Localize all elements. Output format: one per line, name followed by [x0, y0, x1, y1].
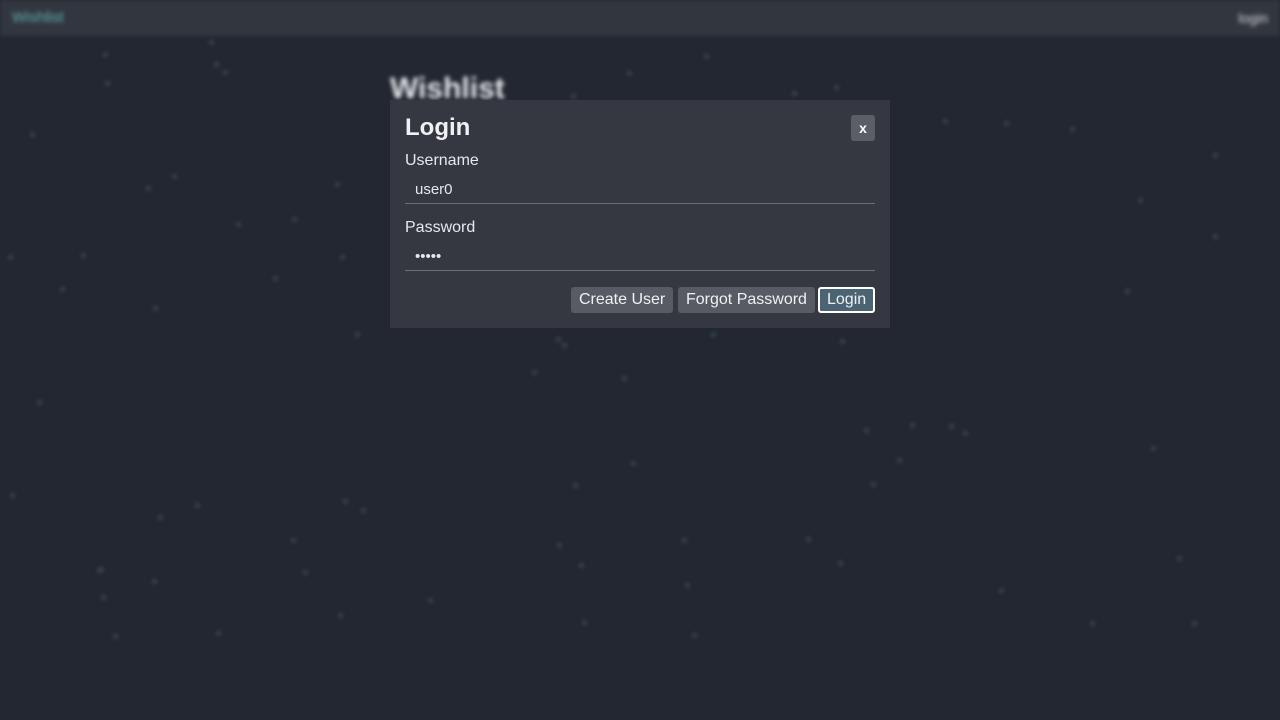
background-dot — [216, 631, 221, 636]
nav-login-link[interactable]: login — [1238, 10, 1268, 26]
background-dot — [897, 458, 902, 463]
navbar: Wishlist login — [0, 0, 1280, 36]
background-dot — [556, 337, 561, 342]
background-dot — [30, 132, 35, 137]
background-dot — [1177, 556, 1182, 561]
background-dot — [557, 543, 562, 548]
background-dot — [573, 483, 578, 488]
background-dot — [8, 255, 13, 260]
background-dot — [1004, 121, 1009, 126]
background-dot — [864, 428, 869, 433]
background-dot — [532, 370, 537, 375]
password-input[interactable] — [405, 243, 875, 271]
background-dot — [195, 503, 200, 508]
background-dot — [840, 339, 845, 344]
background-dot — [627, 71, 632, 76]
background-dot — [158, 515, 163, 520]
background-dot — [152, 579, 157, 584]
background-dot — [1138, 198, 1143, 203]
background-dot — [1125, 289, 1130, 294]
background-dot — [303, 570, 308, 575]
background-dot — [1151, 446, 1156, 451]
forgot-password-button[interactable]: Forgot Password — [678, 287, 815, 313]
background-dot — [340, 255, 345, 260]
background-dot — [335, 182, 340, 187]
create-user-button[interactable]: Create User — [571, 287, 674, 313]
background-dot — [571, 94, 576, 99]
password-label: Password — [405, 219, 476, 236]
background-dot — [963, 431, 968, 436]
background-dot — [214, 62, 219, 67]
background-dot — [153, 306, 158, 311]
background-dot — [562, 343, 567, 348]
background-dot — [37, 400, 42, 405]
modal-title: Login — [405, 114, 471, 141]
background-dot — [806, 537, 811, 542]
background-dot — [223, 70, 228, 75]
background-dot — [910, 423, 915, 428]
background-dot — [81, 253, 86, 258]
background-dot — [943, 119, 948, 124]
nav-home-link[interactable]: Wishlist — [12, 9, 64, 26]
login-button[interactable]: Login — [818, 287, 876, 313]
username-input[interactable] — [405, 176, 875, 204]
background-dot — [10, 493, 15, 498]
background-dot — [949, 424, 954, 429]
background-dot — [871, 482, 876, 487]
background-dot — [428, 598, 433, 603]
background-dot — [60, 287, 65, 292]
background-dot — [273, 276, 278, 281]
background-dot — [209, 40, 214, 45]
background-dot — [685, 583, 690, 588]
background-dot — [291, 538, 296, 543]
background-dot — [113, 634, 118, 639]
background-dot — [236, 222, 241, 227]
username-label: Username — [405, 152, 479, 169]
background-dot — [146, 186, 151, 191]
background-dot — [343, 499, 348, 504]
background-dot — [711, 332, 716, 337]
background-dot — [97, 568, 102, 573]
background-dot — [692, 633, 697, 638]
close-button[interactable]: x — [851, 115, 875, 141]
background-dot — [834, 85, 839, 90]
background-dot — [1192, 621, 1197, 626]
background-dot — [1213, 234, 1218, 239]
background-dot — [579, 563, 584, 568]
background-dot — [631, 461, 636, 466]
background-dot — [103, 52, 108, 57]
background-dot — [792, 91, 797, 96]
background-dot — [1090, 621, 1095, 626]
background-dot — [1070, 127, 1075, 132]
background-dot — [292, 217, 297, 222]
background-dot — [622, 376, 627, 381]
background-dot — [999, 588, 1004, 593]
background-dot — [355, 332, 360, 337]
background-dot — [105, 81, 110, 86]
background-dot — [682, 538, 687, 543]
background-dot — [361, 508, 366, 513]
background-dot — [838, 561, 843, 566]
background-dot — [582, 620, 587, 625]
background-dot — [101, 595, 106, 600]
background-dot — [1213, 153, 1218, 158]
background-dot — [704, 54, 709, 59]
background-dot — [338, 613, 343, 618]
background-dot — [172, 174, 177, 179]
